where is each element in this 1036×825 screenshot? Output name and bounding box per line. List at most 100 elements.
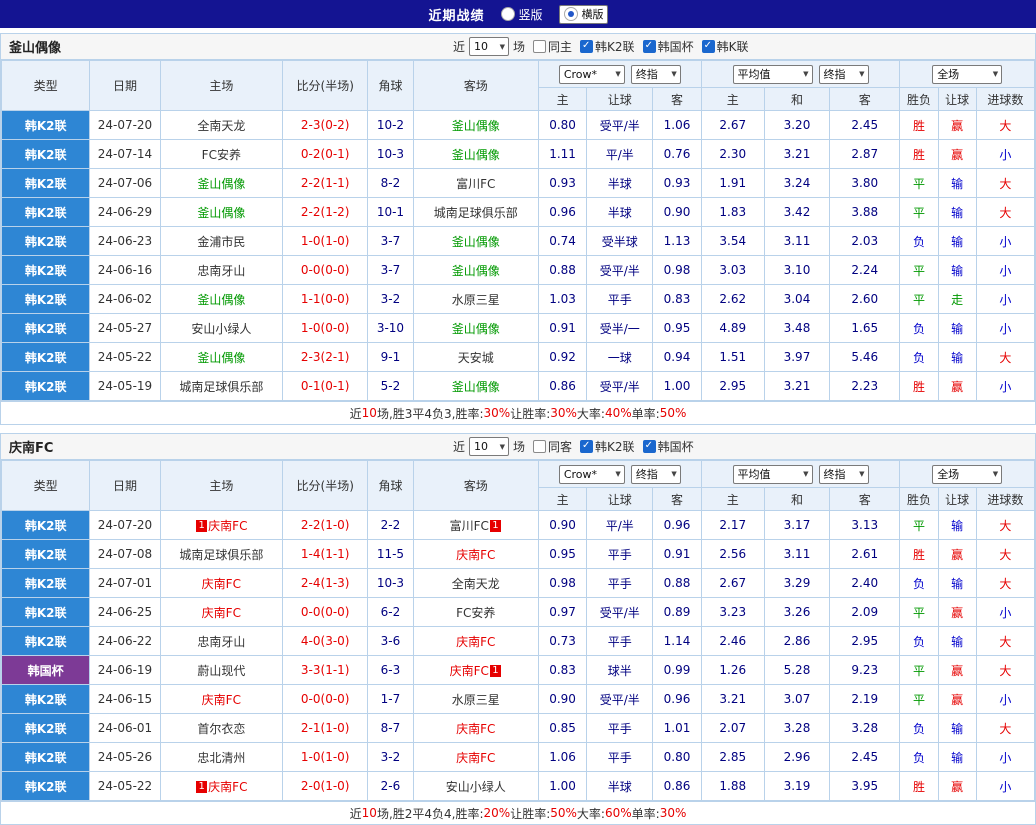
odds-type-select[interactable]: 终指 ▼ [818,464,869,484]
filter-checkbox[interactable]: 韩K2联 [580,438,635,455]
filter-checkbox[interactable]: 韩国杯 [642,38,694,55]
odds-cell: 0.90 [652,197,702,227]
odds-cell: 半球 [586,168,654,198]
filter-checkbox[interactable]: 同主 [533,38,572,55]
odds-type-select[interactable]: 终指 ▼ [630,64,681,84]
corner-cell: 2-2 [367,510,414,540]
odds-type-select[interactable]: 终指 ▼ [818,64,869,84]
team-name: 首尔衣恋 [197,721,246,736]
league-cell: 韩K2联 [0,510,91,540]
layout-radio-horizontal[interactable]: 横版 [558,4,608,24]
team-name: 庆南FC [449,663,489,678]
result-cell: 大 [975,626,1036,656]
avg-odds-cell: 3.42 [763,197,831,227]
league-cell: 韩K2联 [0,371,91,401]
avg-odds-cell: 4.89 [700,313,765,343]
radio-label: 横版 [581,8,604,21]
team-name: 庆南FC [208,518,248,533]
result-cell: 赢 [937,139,977,169]
odds-type-select[interactable]: 终指 ▼ [630,464,681,484]
chevron-down-icon: ▼ [671,470,677,478]
chevron-down-icon: ▼ [499,442,506,451]
away-team-cell: 釜山偶像 [412,226,540,256]
result-cell: 小 [975,284,1036,314]
league-cell: 韩K2联 [0,139,91,169]
away-team-cell: 庆南FC [412,626,540,656]
match-row: 韩K2联 24-07-08 城南足球俱乐部 1-4(1-1) 11-5 庆南FC 0.95 平… [0,539,1036,569]
corner-cell: 6-3 [367,655,414,685]
odds-cell: 平手 [586,713,654,743]
match-row: 韩K2联 24-05-26 忠北清州 1-0(1-0) 3-2 庆南FC 1.06 平手 0.8… [0,742,1036,772]
odds-group-header: Crow* ▼ 终指 ▼ [538,60,702,88]
date-cell: 24-06-15 [89,684,161,714]
score-cell: 2-2(1-1) [282,168,369,198]
corner-cell: 6-2 [367,597,414,627]
avg-odds-cell: 3.29 [763,568,831,598]
team-name: 庆南FC [456,547,496,562]
filter-checkbox[interactable]: 韩K2联 [580,38,635,55]
corner-cell: 11-5 [367,539,414,569]
corner-cell: 3-2 [367,284,414,314]
home-team-cell: 釜山偶像 [159,342,284,372]
match-scope-select[interactable]: 全场 ▼ [932,464,1003,484]
summary-text: 让胜率: [510,806,551,821]
column-header: 日期 [89,460,161,511]
column-header: 类型 [0,460,91,511]
score-cell: 2-1(1-0) [282,713,369,743]
score-cell: 0-0(0-0) [282,684,369,714]
bookmaker-select[interactable]: Crow* ▼ [558,464,625,484]
filter-checkbox[interactable]: 同客 [533,438,572,455]
average-odds-select[interactable]: 平均值 ▼ [732,464,813,484]
bookmaker-select[interactable]: Crow* ▼ [558,64,625,84]
team-name: 城南足球俱乐部 [433,205,518,220]
select-value: 平均值 [737,68,771,81]
column-header: 和 [763,87,831,111]
corner-cell: 2-6 [367,771,414,801]
avg-odds-cell: 3.21 [763,371,831,401]
team-name: 釜山偶像 [197,205,246,220]
summary-text: 10 [361,406,377,420]
home-team-cell: 金浦市民 [159,226,284,256]
select-value: 平均值 [737,468,771,481]
odds-group-header: 平均值 ▼ 终指 ▼ [700,460,901,488]
result-cell: 输 [937,626,977,656]
average-odds-select[interactable]: 平均值 ▼ [732,64,813,84]
recent-count-select[interactable]: 10 ▼ [469,437,510,456]
avg-odds-cell: 2.85 [700,742,765,772]
summary-text: 30% [550,406,577,420]
odds-cell: 平手 [586,568,654,598]
column-header: 比分(半场) [282,60,369,111]
filter-bar: 近 10 ▼ 场 同主 韩K2联 韩国杯 韩K联 [453,34,748,59]
summary-text: 胜率: [455,806,484,821]
result-cell: 输 [937,342,977,372]
column-header: 客 [652,87,702,111]
layout-radio-vertical[interactable]: 竖版 [500,6,543,23]
table-header: 类型 日期 主场 比分(半场) 角球 客场 Crow* ▼ 终指 ▼ 平均值 ▼ 终指 ▼ 全场 ▼ 主让球客主… [0,460,1036,511]
odds-cell: 半球 [586,771,654,801]
avg-odds-cell: 3.19 [763,771,831,801]
avg-odds-cell: 3.48 [763,313,831,343]
team-name: 安山小绿人 [191,321,252,336]
avg-odds-cell: 3.23 [700,597,765,627]
result-cell: 负 [899,342,939,372]
team-section-gyeongnam-fc: 庆南FC 近10▼场同客韩K2联韩国杯 类型日期主场比分(半场)角球客场Crow… [0,433,1036,825]
column-header: 客 [829,487,901,511]
red-card-badge: 1 [489,520,501,532]
home-team-cell: 蔚山现代 [159,655,284,685]
match-scope-select[interactable]: 全场 ▼ [932,64,1003,84]
team-name: 庆南FC [201,576,241,591]
date-cell: 24-05-22 [89,342,161,372]
team-name: 城南足球俱乐部 [179,379,264,394]
summary-text: 大率: [576,406,605,421]
summary-text: 胜率: [455,406,484,421]
recent-count-select[interactable]: 10 ▼ [469,37,510,56]
away-team-cell: 天安城 [412,342,540,372]
odds-cell: 0.96 [652,510,702,540]
avg-odds-cell: 3.28 [829,713,901,743]
date-cell: 24-07-06 [89,168,161,198]
filter-checkbox[interactable]: 韩K联 [701,38,748,55]
team-name: 庆南FC [456,721,496,736]
odds-cell: 受平/半 [586,597,654,627]
filter-checkbox[interactable]: 韩国杯 [642,438,694,455]
result-cell: 小 [975,371,1036,401]
